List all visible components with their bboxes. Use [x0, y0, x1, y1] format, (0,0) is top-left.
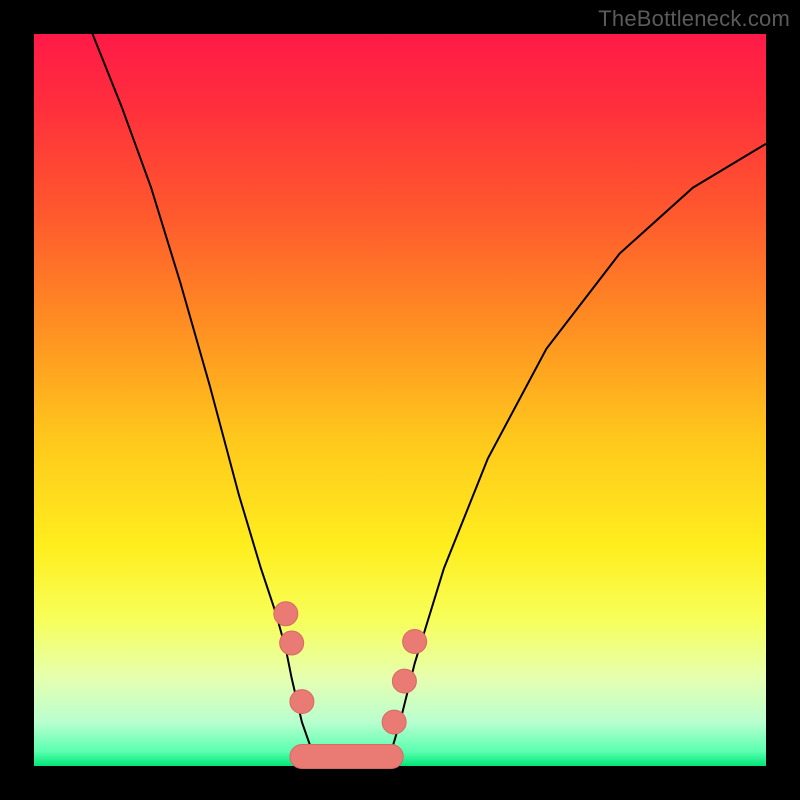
highlight-dot [280, 631, 304, 655]
highlight-dot [382, 710, 406, 734]
highlight-dot [403, 630, 427, 654]
chart-frame: TheBottleneck.com [0, 0, 800, 800]
gradient-background [34, 34, 766, 766]
highlight-dot [290, 690, 314, 714]
highlight-dot [274, 602, 298, 626]
highlight-bar [290, 744, 403, 768]
bottleneck-plot [0, 0, 800, 800]
highlight-dot [392, 669, 416, 693]
watermark-text: TheBottleneck.com [598, 6, 790, 32]
